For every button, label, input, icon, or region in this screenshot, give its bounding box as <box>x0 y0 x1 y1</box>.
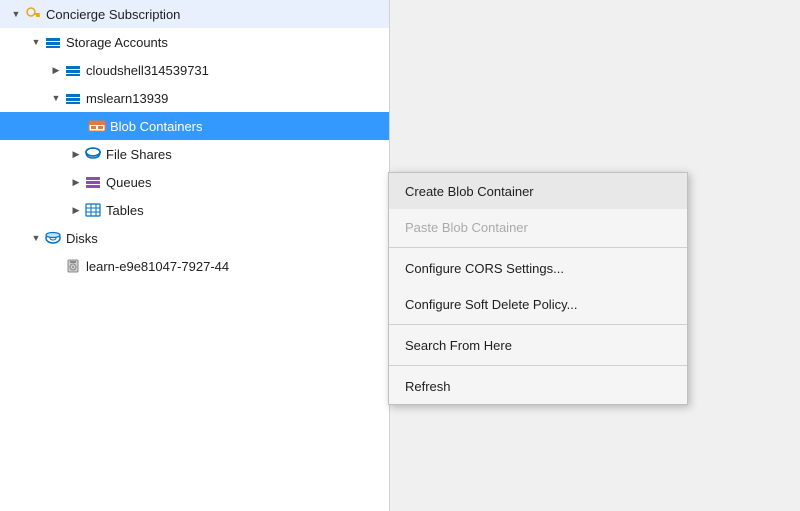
cloudshell-icon <box>64 61 82 79</box>
storage-accounts-icon <box>44 33 62 51</box>
tables-icon <box>84 201 102 219</box>
chevron-subscription-icon <box>8 6 24 22</box>
chevron-cloudshell-icon <box>48 62 64 78</box>
disk-item-icon <box>64 257 82 275</box>
mslearn-icon <box>64 89 82 107</box>
tree-panel: Concierge Subscription Storage Accounts … <box>0 0 390 511</box>
sidebar-item-file-shares[interactable]: File Shares <box>0 140 389 168</box>
mslearn-label: mslearn13939 <box>86 91 168 106</box>
chevron-storage-icon <box>28 34 44 50</box>
paste-blob-container-label: Paste Blob Container <box>405 220 528 235</box>
queues-icon <box>84 173 102 191</box>
sidebar-item-blob-containers[interactable]: Blob Containers <box>0 112 389 140</box>
sidebar-item-tables[interactable]: Tables <box>0 196 389 224</box>
chevron-file-shares-icon <box>68 146 84 162</box>
chevron-disks-icon <box>28 230 44 246</box>
chevron-mslearn-icon <box>48 90 64 106</box>
file-shares-label: File Shares <box>106 147 172 162</box>
menu-item-search-from-here[interactable]: Search From Here <box>389 327 687 363</box>
sidebar-item-disk-item[interactable]: learn-e9e81047-7927-44 <box>0 252 389 280</box>
file-shares-icon <box>84 145 102 163</box>
disk-item-label: learn-e9e81047-7927-44 <box>86 259 229 274</box>
chevron-queues-icon <box>68 174 84 190</box>
refresh-label: Refresh <box>405 379 451 394</box>
storage-accounts-label: Storage Accounts <box>66 35 168 50</box>
sidebar-item-mslearn[interactable]: mslearn13939 <box>0 84 389 112</box>
blob-containers-label: Blob Containers <box>110 119 203 134</box>
sidebar-item-queues[interactable]: Queues <box>0 168 389 196</box>
search-from-here-label: Search From Here <box>405 338 512 353</box>
context-menu: Create Blob Container Paste Blob Contain… <box>388 172 688 405</box>
configure-cors-label: Configure CORS Settings... <box>405 261 564 276</box>
menu-item-refresh[interactable]: Refresh <box>389 368 687 404</box>
queues-label: Queues <box>106 175 152 190</box>
sidebar-item-subscription[interactable]: Concierge Subscription <box>0 0 389 28</box>
menu-item-configure-cors[interactable]: Configure CORS Settings... <box>389 250 687 286</box>
menu-separator-3 <box>389 365 687 366</box>
menu-item-create-blob-container[interactable]: Create Blob Container <box>389 173 687 209</box>
disks-icon <box>44 229 62 247</box>
sidebar-item-cloudshell[interactable]: cloudshell314539731 <box>0 56 389 84</box>
key-icon <box>24 5 42 23</box>
sidebar-item-storage-accounts[interactable]: Storage Accounts <box>0 28 389 56</box>
chevron-tables-icon <box>68 202 84 218</box>
menu-item-configure-soft-delete[interactable]: Configure Soft Delete Policy... <box>389 286 687 322</box>
subscription-label: Concierge Subscription <box>46 7 180 22</box>
blob-containers-icon <box>88 117 106 135</box>
menu-separator-1 <box>389 247 687 248</box>
configure-soft-delete-label: Configure Soft Delete Policy... <box>405 297 577 312</box>
cloudshell-label: cloudshell314539731 <box>86 63 209 78</box>
create-blob-container-label: Create Blob Container <box>405 184 534 199</box>
tables-label: Tables <box>106 203 144 218</box>
disks-label: Disks <box>66 231 98 246</box>
chevron-disk-item-icon <box>48 258 64 274</box>
menu-item-paste-blob-container: Paste Blob Container <box>389 209 687 245</box>
menu-separator-2 <box>389 324 687 325</box>
sidebar-item-disks[interactable]: Disks <box>0 224 389 252</box>
